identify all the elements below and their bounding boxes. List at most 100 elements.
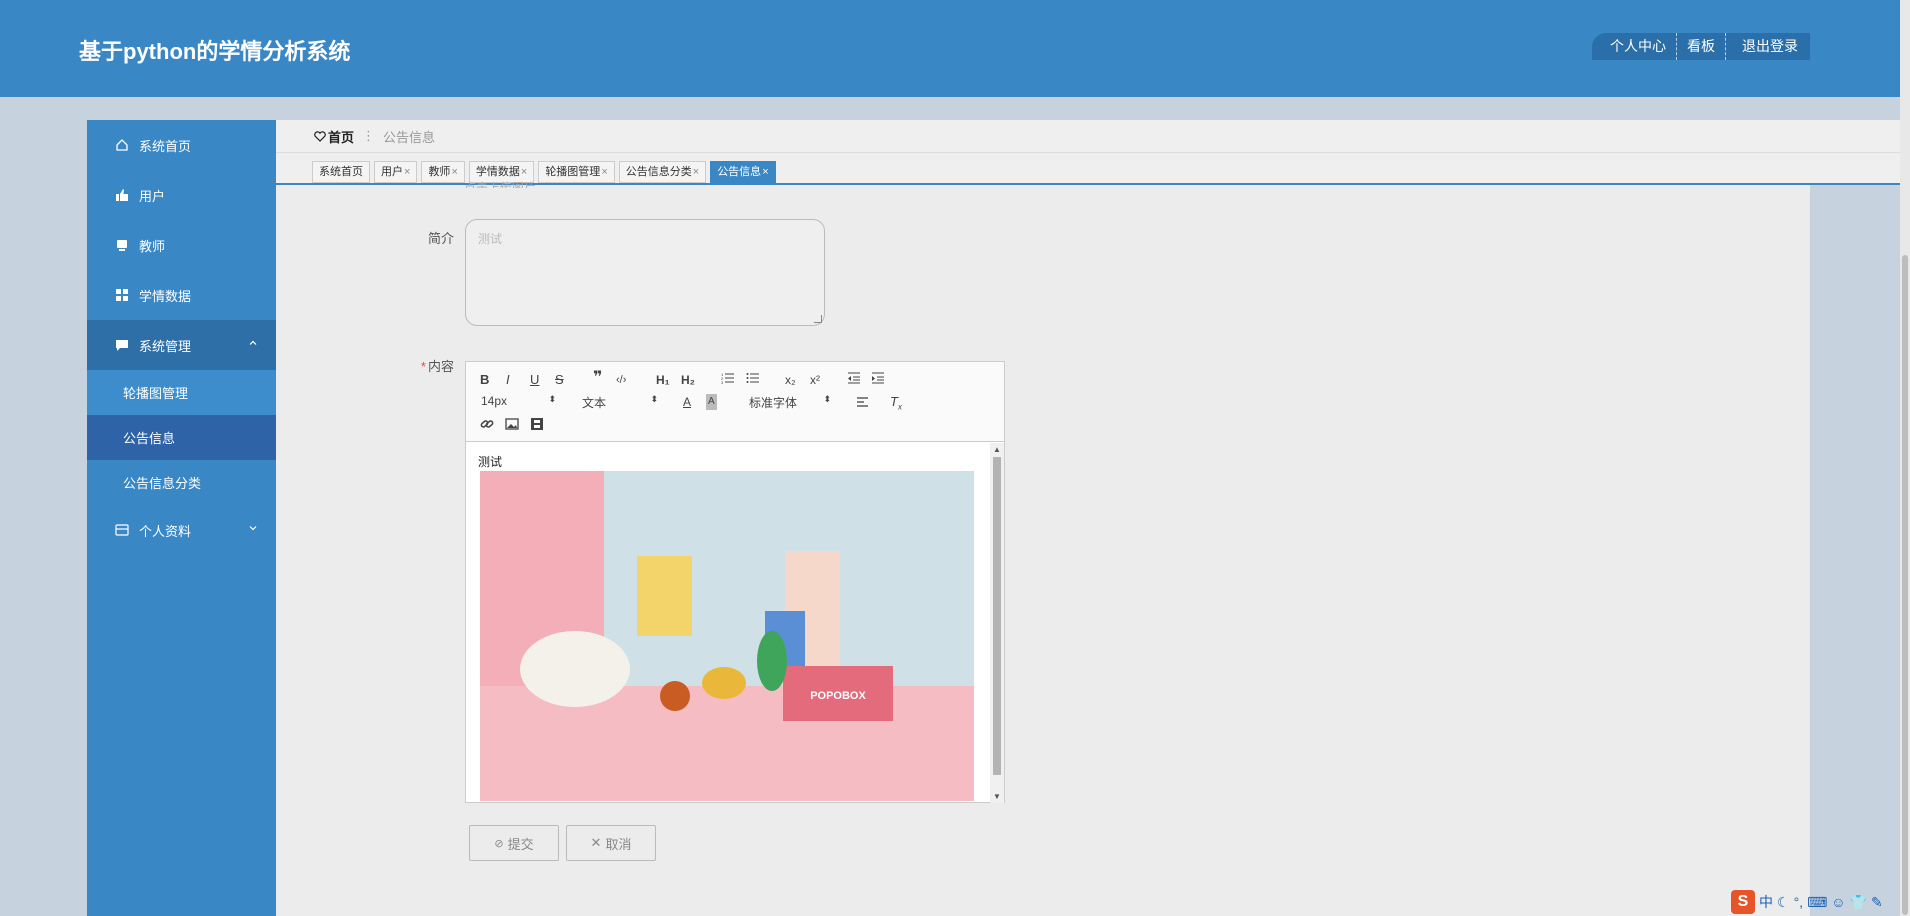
align-icon[interactable] [856,395,870,413]
content-label: * 内容 [386,356,454,375]
ime-mode-label[interactable]: 中 [1759,892,1773,912]
sidebar-item-label: 学情数据 [139,288,192,304]
sidebar-item-label: 用户 [139,188,166,204]
indent-icon[interactable] [871,371,885,389]
sidebar-item-label: 系统管理 [139,338,192,354]
tab-carousel[interactable]: 轮播图管理× [538,161,615,183]
sidebar-item-label: 教师 [139,238,166,254]
sidebar-item-learning-data[interactable]: 学情数据 [87,270,276,320]
text-format-value: 文本 [582,396,607,410]
tab-label: 公告信息分类 [625,166,692,178]
tab-announcement-categories[interactable]: 公告信息分类× [618,161,707,183]
app-title: 基于python的学情分析系统 [79,39,351,64]
sidebar-sub-announcement-categories[interactable]: 公告信息分类 [87,460,276,505]
personal-center-link[interactable]: 个人中心 [1592,33,1677,60]
main-content: 首页 ⋮ 公告信息 系统首页 用户× 教师× 学情数据× 轮播图管理× 公告信息… [276,120,1900,916]
page-scrollbar[interactable] [1900,0,1910,916]
sidebar-item-system-management[interactable]: 系统管理 [87,320,276,370]
header2-icon[interactable]: H₂ [681,372,695,388]
code-block-icon[interactable]: ‹/› [616,372,626,388]
shirt-icon[interactable]: 👕 [1850,894,1867,911]
sidebar-item-home[interactable]: 系统首页 [87,120,276,170]
user-icon[interactable]: ☺ [1831,894,1845,910]
submit-button[interactable]: ⊘ 提交 [469,825,559,861]
sidebar-sub-announcements[interactable]: 公告信息 [87,415,276,460]
breadcrumb-home[interactable]: 首页 [314,127,354,146]
tool-icon[interactable]: ✎ [1871,894,1883,911]
text-format-select[interactable]: 文本 ⬍ [582,394,658,410]
tab-close-icon[interactable]: × [762,166,768,178]
font-color-icon[interactable]: A [683,394,691,410]
underline-icon[interactable]: U [530,372,539,388]
tab-users[interactable]: 用户× [374,161,418,183]
punctuation-icon[interactable]: °, [1794,894,1804,910]
tab-close-icon[interactable]: × [451,166,457,178]
moon-icon[interactable]: ☾ [1777,894,1790,911]
home-icon [115,138,129,152]
check-circle-icon: ⊘ [494,837,504,850]
logout-link[interactable]: 退出登录 [1726,33,1808,60]
resize-handle[interactable] [814,315,822,323]
tab-close-icon[interactable]: × [693,166,699,178]
editor-toolbar: B I U S ❞ ‹/› H₁ H₂ 123 x₂ x² 14px ⬍ 文本 … [466,362,1004,442]
sogou-logo-icon[interactable]: S [1731,890,1755,914]
bullet-list-icon[interactable] [746,371,760,389]
editor-scrollbar-thumb[interactable] [993,457,1001,775]
tab-label: 教师 [428,166,451,178]
tab-close-icon[interactable]: × [601,166,607,178]
content-image: POPOBOX [480,471,974,801]
grid-icon [115,288,129,302]
breadcrumb: 首页 ⋮ 公告信息 [276,120,1900,153]
outdent-icon[interactable] [847,371,861,389]
top-header: 基于python的学情分析系统 个人中心 看板 退出登录 [0,0,1900,97]
tab-label: 公告信息 [717,166,762,178]
sidebar: 系统首页 用户 教师 学情数据 系统管理 轮播图管理 公告信息 公告信息分类 个… [87,120,276,916]
font-family-value: 标准字体 [749,396,798,410]
sidebar-sub-carousel[interactable]: 轮播图管理 [87,370,276,415]
editor-scrollbar[interactable]: ▲ ▼ [990,443,1004,803]
intro-textarea[interactable]: 测试 [465,219,825,326]
italic-icon[interactable]: I [506,372,510,388]
sidebar-item-profile[interactable]: 个人资料 [87,505,276,555]
sidebar-item-teachers[interactable]: 教师 [87,220,276,270]
font-size-value: 14px [481,394,508,408]
strikethrough-icon[interactable]: S [555,372,564,388]
close-icon: ✕ [590,835,602,850]
blockquote-icon[interactable]: ❞ [593,370,602,386]
submit-label: 提交 [507,836,534,852]
scroll-up-icon[interactable]: ▲ [993,445,1001,454]
tab-label: 用户 [381,166,403,178]
keyboard-icon[interactable]: ⌨ [1807,894,1827,911]
header1-icon[interactable]: H₁ [656,372,670,388]
background-color-icon[interactable]: A [706,394,717,410]
editor-body[interactable]: 测试 POPOBOX [466,443,992,803]
page-scrollbar-thumb[interactable] [1902,255,1908,915]
bold-icon[interactable]: B [480,372,489,388]
tab-teachers[interactable]: 教师× [421,161,465,183]
tab-announcements[interactable]: 公告信息× [710,161,776,183]
scroll-down-icon[interactable]: ▼ [993,792,1001,801]
updown-icon: ⬍ [650,394,658,404]
clear-format-icon[interactable]: Tx [890,394,902,416]
cancel-button[interactable]: ✕ 取消 [566,825,656,861]
upload-hint[interactable]: 点击上传图片 [464,176,536,188]
breadcrumb-home-label: 首页 [328,129,355,145]
popobox-label: POPOBOX [810,690,866,702]
sidebar-item-users[interactable]: 用户 [87,170,276,220]
video-icon[interactable] [530,417,544,435]
superscript-icon[interactable]: x² [810,372,820,388]
chevron-down-icon [248,522,258,536]
card-icon [115,523,129,537]
font-size-select[interactable]: 14px ⬍ [481,394,556,410]
chat-icon [115,338,129,352]
font-family-select[interactable]: 标准字体 ⬍ [749,394,831,410]
ordered-list-icon[interactable]: 123 [721,371,735,389]
tab-close-icon[interactable]: × [404,166,410,178]
subscript-icon[interactable]: x₂ [785,372,796,388]
svg-text:3: 3 [721,380,724,385]
link-icon[interactable] [480,417,494,435]
image-icon[interactable] [505,417,519,435]
rich-text-editor[interactable]: B I U S ❞ ‹/› H₁ H₂ 123 x₂ x² 14px ⬍ 文本 … [465,361,1005,803]
dashboard-link[interactable]: 看板 [1677,33,1726,60]
tab-home[interactable]: 系统首页 [312,161,370,183]
